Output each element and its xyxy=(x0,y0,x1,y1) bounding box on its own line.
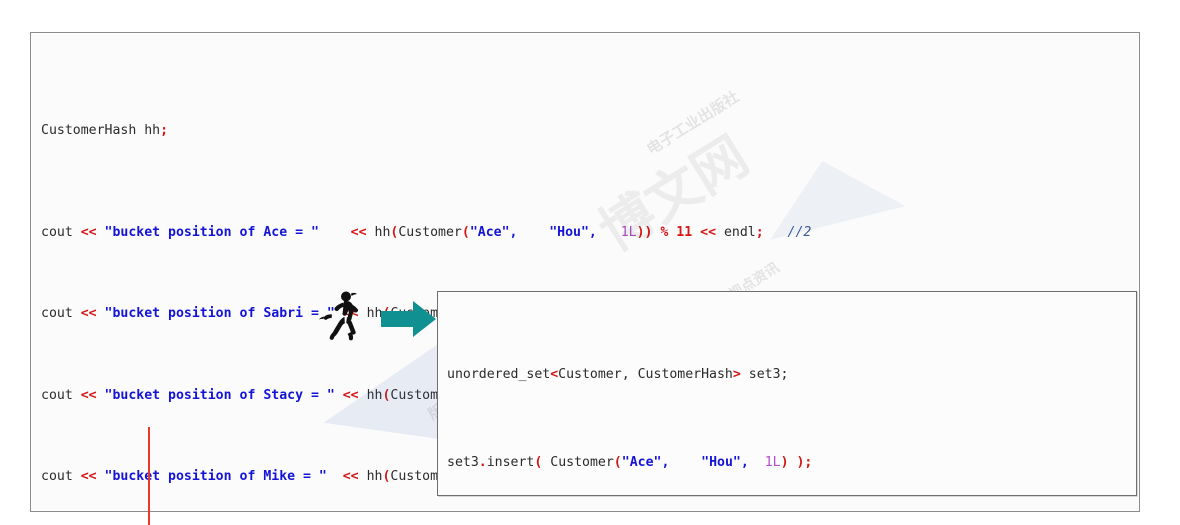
id-0: 1L xyxy=(620,224,637,240)
code-line-declaration: CustomerHash hh; xyxy=(41,121,1139,141)
angle-close: > xyxy=(732,367,741,383)
screenshot-stage: CustomerHash hh; cout << "bucket positio… xyxy=(0,0,1180,525)
inset-code-box: unordered_set<Customer, CustomerHash> se… xyxy=(437,291,1137,496)
bucket-label-3: "bucket position of Mike = " xyxy=(104,469,327,485)
template-unordered-set: unordered_set xyxy=(447,367,551,383)
last-name-0: "Hou", xyxy=(549,224,597,240)
bucket-label-2: "bucket position of Stacy = " xyxy=(104,387,335,403)
right-arrow-icon xyxy=(381,301,436,337)
inset-code-listing: unordered_set<Customer, CustomerHash> se… xyxy=(447,297,1136,495)
result-comment-0: //2 xyxy=(787,224,812,240)
var-hh: hh xyxy=(144,122,161,138)
code-line-set-declaration: unordered_set<Customer, CustomerHash> se… xyxy=(447,364,1136,384)
bucket-label-1: "bucket position of Sabri = " xyxy=(104,306,335,322)
insert-first-0: "Ace", xyxy=(621,454,670,470)
code-line-insert: set3.insert( Customer("Ace", "Hou", 1L) … xyxy=(447,454,813,470)
semicolon: ; xyxy=(160,122,169,138)
insert-id-0: 1L xyxy=(764,454,781,470)
first-name-0: "Ace", xyxy=(469,224,518,240)
type-customerhash: CustomerHash xyxy=(41,122,137,138)
modulo-0: % 11 xyxy=(660,224,693,240)
running-man-icon xyxy=(319,291,359,341)
bucket-label-0: "bucket position of Ace = " xyxy=(104,224,319,240)
template-args: Customer, CustomerHash xyxy=(558,367,733,383)
set-variable: set3; xyxy=(748,367,789,383)
code-line-bucket-position: cout << "bucket position of Ace = " << h… xyxy=(41,224,812,240)
angle-open: < xyxy=(550,367,559,383)
red-vertical-annotation-line xyxy=(148,427,150,525)
insert-last-0: "Hou", xyxy=(701,454,749,470)
